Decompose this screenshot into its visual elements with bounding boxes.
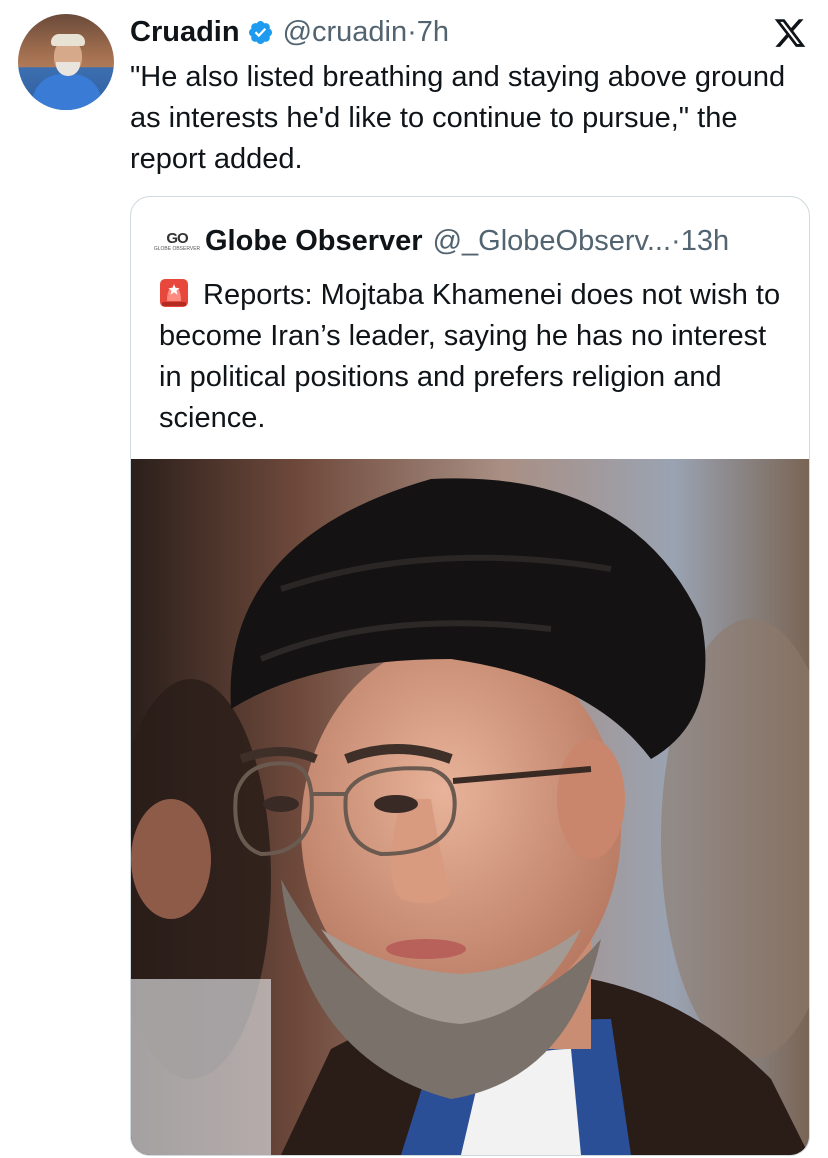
avatar-cap [51,34,85,46]
avatar-jacket [32,74,102,110]
globe-observer-logo-icon[interactable]: GO GLOBE OBSERVER [154,225,200,257]
author-handle[interactable]: @cruadin [283,16,408,49]
quoted-text: Reports: Mojtaba Khamenei does not wish … [159,279,781,434]
author-name[interactable]: Cruadin [130,16,240,49]
portrait-photo[interactable] [131,459,809,1155]
logo-subtext: GLOBE OBSERVER [153,245,201,252]
quoted-author-name[interactable]: Globe Observer [205,225,423,258]
quoted-text-block: Reports: Mojtaba Khamenei does not wish … [159,275,789,439]
author-avatar[interactable] [18,14,114,110]
verified-badge-icon [247,19,274,46]
quoted-author-handle[interactable]: @_GlobeObserv... [433,225,671,258]
quoted-separator-dot: · [671,224,681,257]
quoted-post-time[interactable]: 13h [681,225,729,258]
quoted-post[interactable]: GO GLOBE OBSERVER Globe Observer @_Globe… [130,196,810,1156]
rotating-light-icon [159,278,189,308]
logo-text: GO [166,229,188,247]
post-time[interactable]: 7h [417,16,449,49]
post-text: "He also listed breathing and staying ab… [130,61,786,175]
post-header: Cruadin @cruadin · 7h [130,12,449,52]
quoted-header: GO GLOBE OBSERVER Globe Observer @_Globe… [154,221,729,261]
x-logo-icon [772,16,808,50]
separator-dot: · [407,15,417,48]
